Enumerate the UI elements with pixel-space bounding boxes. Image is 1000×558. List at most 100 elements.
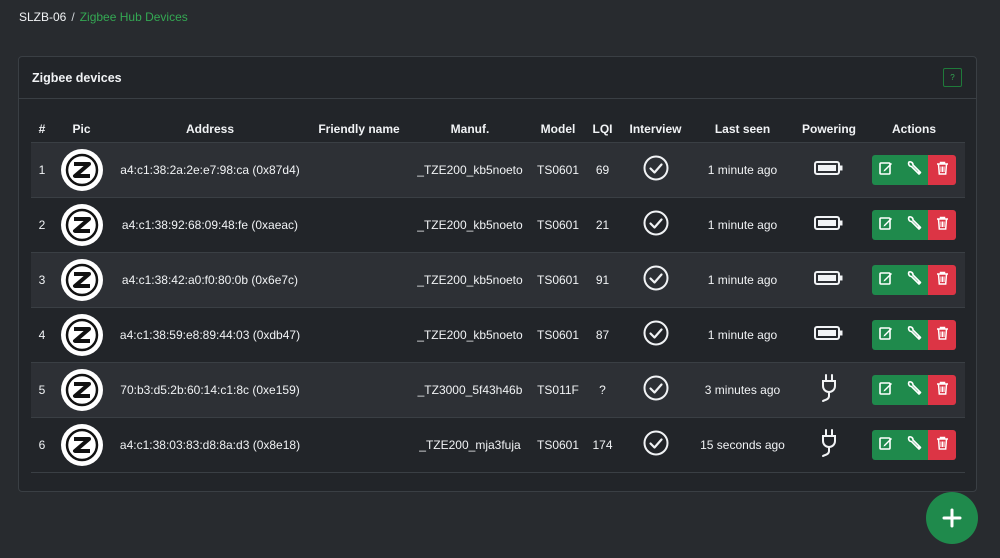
edit-button[interactable]: [872, 264, 900, 295]
row-num: 5: [38, 382, 46, 397]
delete-button[interactable]: [928, 264, 956, 295]
device-powering: [795, 307, 863, 362]
breadcrumb-current[interactable]: Zigbee Hub Devices: [80, 10, 188, 24]
table-row: 2 a4:c1:38:92:68:09:48:fe (0xaeac) _TZE200…: [31, 197, 965, 252]
breadcrumb: SLZB-06 / Zigbee Hub Devices: [19, 10, 188, 24]
edit-button[interactable]: [872, 319, 900, 350]
help-button[interactable]: ?: [943, 68, 962, 87]
edit-button[interactable]: [872, 374, 900, 405]
actions-group: [872, 374, 956, 405]
interview-status: [621, 307, 690, 362]
header-address: Address: [185, 122, 235, 137]
device-last-seen: 15 seconds ago: [700, 437, 785, 452]
header-interview: Interview: [629, 122, 682, 137]
device-friendly-name: [310, 142, 408, 197]
device-powering: [795, 252, 863, 307]
device-lqi: ?: [599, 382, 606, 397]
device-pic: [53, 142, 110, 197]
row-num: 4: [38, 327, 46, 342]
device-powering: [795, 197, 863, 252]
trash-icon: [936, 381, 949, 398]
delete-button[interactable]: [928, 429, 956, 460]
interview-status: [621, 142, 690, 197]
add-device-button[interactable]: [926, 492, 978, 544]
wrench-icon: [906, 435, 922, 454]
device-lqi: 174: [592, 437, 613, 452]
device-pic: [53, 197, 110, 252]
device-last-seen: 1 minute ago: [707, 217, 778, 232]
check-circle-icon: [643, 210, 669, 239]
header-model: Model: [540, 122, 576, 137]
edit-button[interactable]: [872, 429, 900, 460]
battery-icon: [814, 216, 844, 234]
edit-icon: [879, 161, 893, 178]
header-pic: Pic: [72, 122, 91, 137]
zigbee-logo-icon: [60, 423, 103, 466]
settings-button[interactable]: [900, 209, 928, 240]
interview-status: [621, 197, 690, 252]
edit-icon: [879, 436, 893, 453]
edit-icon: [879, 326, 893, 343]
device-lqi: 69: [595, 162, 610, 177]
actions-group: [872, 319, 956, 350]
edit-button[interactable]: [872, 154, 900, 185]
row-num: 2: [38, 217, 46, 232]
header-last-seen: Last seen: [714, 122, 771, 137]
device-last-seen: 1 minute ago: [707, 272, 778, 287]
device-lqi: 87: [595, 327, 610, 342]
settings-button[interactable]: [900, 264, 928, 295]
device-manuf: _TZE200_kb5noeto: [417, 327, 523, 342]
settings-button[interactable]: [900, 374, 928, 405]
device-address: a4:c1:38:59:e8:89:44:03 (0xdb47): [119, 327, 301, 342]
device-actions: [863, 197, 965, 252]
trash-icon: [936, 326, 949, 343]
zigbee-logo-icon: [60, 203, 103, 246]
interview-status: [621, 417, 690, 472]
device-last-seen: 1 minute ago: [707, 162, 778, 177]
device-friendly-name: [310, 252, 408, 307]
delete-button[interactable]: [928, 154, 956, 185]
table-header-row: # Pic Address Friendly name Manuf. Model…: [31, 117, 965, 142]
delete-button[interactable]: [928, 319, 956, 350]
device-friendly-name: [310, 197, 408, 252]
breadcrumb-root[interactable]: SLZB-06: [19, 10, 66, 24]
zigbee-logo-icon: [60, 148, 103, 191]
settings-button[interactable]: [900, 154, 928, 185]
card-header: Zigbee devices ?: [19, 57, 976, 99]
edit-button[interactable]: [872, 209, 900, 240]
wrench-icon: [906, 325, 922, 344]
check-circle-icon: [643, 320, 669, 349]
trash-icon: [936, 436, 949, 453]
edit-icon: [879, 381, 893, 398]
device-last-seen: 1 minute ago: [707, 327, 778, 342]
check-circle-icon: [643, 430, 669, 459]
device-actions: [863, 362, 965, 417]
row-num: 6: [38, 437, 46, 452]
delete-button[interactable]: [928, 374, 956, 405]
delete-button[interactable]: [928, 209, 956, 240]
header-lqi: LQI: [592, 122, 613, 137]
device-address: a4:c1:38:42:a0:f0:80:0b (0x6e7c): [121, 272, 299, 287]
devices-table-body: 1 a4:c1:38:2a:2e:e7:98:ca (0x87d4) _TZE200…: [31, 142, 965, 472]
device-friendly-name: [310, 307, 408, 362]
device-model: TS0601: [536, 162, 580, 177]
check-circle-icon: [643, 265, 669, 294]
wrench-icon: [906, 270, 922, 289]
interview-status: [621, 252, 690, 307]
device-manuf: _TZ3000_5f43h46b: [417, 382, 523, 397]
header-manuf: Manuf.: [450, 122, 490, 137]
plug-icon: [819, 374, 839, 406]
header-actions: Actions: [891, 122, 936, 137]
device-actions: [863, 307, 965, 362]
settings-button[interactable]: [900, 429, 928, 460]
plus-icon: [942, 508, 962, 528]
device-address: a4:c1:38:03:83:d8:8a:d3 (0x8e18): [119, 437, 301, 452]
settings-button[interactable]: [900, 319, 928, 350]
battery-icon: [814, 161, 844, 179]
device-model: TS0601: [536, 272, 580, 287]
device-lqi: 21: [595, 217, 610, 232]
zigbee-logo-icon: [60, 368, 103, 411]
device-manuf: _TZE200_kb5noeto: [417, 272, 523, 287]
actions-group: [872, 264, 956, 295]
device-actions: [863, 252, 965, 307]
